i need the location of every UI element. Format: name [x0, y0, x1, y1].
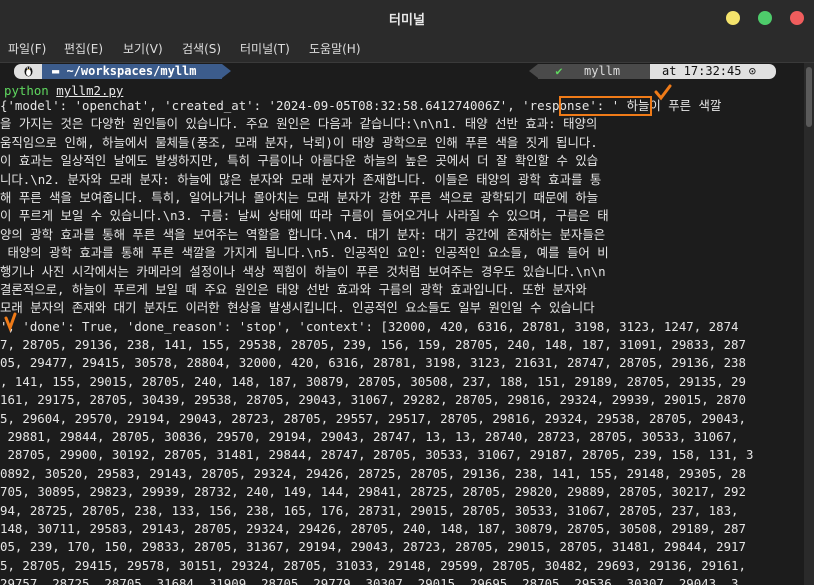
output-line: 이 푸르게 보일 수 있습니다.\n3. 구름: 날씨 상태에 따라 구름이 들… [0, 208, 609, 224]
output-line: 05, 239, 170, 150, 29833, 28705, 31367, … [0, 539, 746, 555]
prompt-time: at 17:32:45 ⊙ [650, 64, 776, 79]
command-executable: python [4, 83, 49, 98]
output-line: ', 'done': True, 'done_reason': 'stop', … [0, 318, 739, 334]
menu-bar: 파일(F) 편집(E) 보기(V) 검색(S) 터미널(T) 도움말(H) [0, 34, 814, 63]
scrollbar[interactable] [804, 63, 814, 585]
menu-terminal[interactable]: 터미널(T) [240, 40, 290, 57]
checkmark-annotation-icon [654, 84, 672, 101]
output-line: 행기나 사진 시각에서는 카메라의 설정이나 색상 찍힘이 하늘이 푸른 것처럼… [0, 263, 606, 279]
output-line: 7, 28705, 29136, 238, 141, 155, 29538, 2… [0, 337, 746, 353]
terminal-area[interactable]: ▬ ~/workspaces/myllm ✔ myllm at 17:32:45… [0, 63, 804, 585]
powerline-separator-right [529, 64, 538, 78]
output-line: 결론적으로, 하늘이 푸르게 보일 때 주요 원인은 태양 선반 효과와 구름의… [0, 281, 587, 297]
status-check-icon: ✔ [538, 64, 580, 79]
output-line: 705, 30895, 29823, 29939, 28732, 240, 14… [0, 484, 746, 500]
os-icon [14, 64, 42, 79]
powerline-separator [222, 64, 231, 78]
output-line: 5, 28705, 29415, 29578, 30151, 29324, 28… [0, 557, 746, 573]
menu-help[interactable]: 도움말(H) [309, 40, 361, 57]
output-line: 니다.\n2. 분자와 모래 분자: 하늘에 많은 분자와 모래 분자가 존재합… [0, 171, 602, 187]
output-line: {'model': 'openchat', 'created_at': '202… [0, 98, 722, 113]
highlight-box [559, 96, 652, 116]
menu-file[interactable]: 파일(F) [8, 40, 46, 57]
output-line: 을 가지는 것은 다양한 원인들이 있습니다. 주요 원인은 다음과 같습니다:… [0, 116, 598, 132]
output-line: 해 푸른 색을 보여줍니다. 특히, 일어나거나 몰아치는 모래 분자가 강한 … [0, 189, 599, 205]
current-path: ~/workspaces/myllm [66, 64, 197, 78]
output-line: 이 효과는 일상적인 날에도 발생하지만, 특히 구름이나 아름다운 하늘의 높… [0, 153, 599, 169]
close-button[interactable] [790, 11, 804, 25]
prompt-user: myllm [580, 64, 650, 79]
output-line: 28705, 29900, 30192, 28705, 31481, 29844… [0, 447, 754, 463]
output-line: 94, 28725, 28705, 238, 133, 156, 238, 16… [0, 502, 739, 518]
shell-prompt: ▬ ~/workspaces/myllm ✔ myllm at 17:32:45… [0, 63, 804, 81]
prompt-path-segment: ▬ ~/workspaces/myllm [42, 64, 222, 79]
window-title: 터미널 [389, 13, 425, 28]
output-line: 태양의 광학 효과를 통해 푸른 색깔을 가지게 됩니다.\n5. 인공적인 요… [0, 245, 609, 261]
checkmark-annotation-icon [4, 312, 17, 332]
output-line: 05, 29477, 29415, 30578, 28804, 32000, 4… [0, 355, 746, 371]
output-line: 29757, 28725, 28705, 31684, 31909, 28705… [0, 576, 739, 585]
output-line: 0892, 30520, 29583, 29143, 28705, 29324,… [0, 465, 746, 481]
folder-icon: ▬ [52, 64, 67, 78]
output-line: 모래 분자의 존재와 대기 분자도 이러한 현상을 발생시킵니다. 인공적인 요… [0, 300, 595, 316]
command-file: myllm2.py [56, 83, 124, 98]
menu-edit[interactable]: 편집(E) [64, 40, 103, 57]
output-line: 움직임으로 인해, 하늘에서 물체들(풍조, 모래 분자, 낙뢰)이 태양 광학… [0, 134, 598, 150]
output-line: 29881, 29844, 28705, 30836, 29570, 29194… [0, 429, 739, 445]
menu-search[interactable]: 검색(S) [182, 40, 221, 57]
output-line: 161, 29175, 28705, 30439, 29538, 28705, … [0, 392, 746, 408]
scrollbar-thumb[interactable] [806, 67, 812, 127]
output-line: 148, 30711, 29583, 29143, 28705, 29324, … [0, 520, 746, 536]
output-line: , 141, 155, 29015, 28705, 240, 148, 187,… [0, 373, 746, 389]
menu-view[interactable]: 보기(V) [123, 40, 163, 57]
maximize-button[interactable] [758, 11, 772, 25]
terminal-output: {'model': 'openchat', 'created_at': '202… [0, 97, 804, 585]
output-line: 양의 광학 효과를 통해 푸른 색을 보여주는 역할을 합니다.\n4. 대기 … [0, 226, 606, 242]
title-bar[interactable]: 터미널 [0, 0, 814, 34]
minimize-button[interactable] [726, 11, 740, 25]
output-line: 5, 29604, 29570, 29194, 29043, 28723, 28… [0, 410, 746, 426]
